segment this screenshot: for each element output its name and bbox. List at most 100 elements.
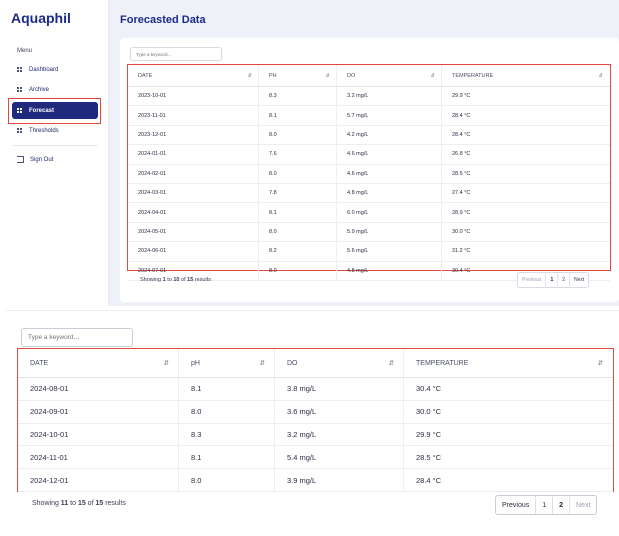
cell-do: 3.2 mg/L: [275, 423, 404, 446]
cell-temperature: 30.4 °C: [416, 384, 442, 394]
table-row: 2024-09-01 8.0 3.6 mg/L 30.0 °C: [18, 400, 613, 424]
sidebar-item-label: Dashboard: [29, 66, 59, 73]
cell-ph: 8.0: [259, 125, 337, 145]
sort-icon[interactable]: ⇵: [326, 73, 330, 79]
cell-temperature: 28.5 °C: [452, 170, 471, 177]
cell-temperature: 29.9 °C: [416, 429, 442, 439]
cell-date: 2024-05-01: [128, 222, 259, 242]
table-row: 2023-12-01 8.0 4.2 mg/L 28.4 °C: [128, 125, 610, 146]
table-row: 2024-08-01 8.1 3.8 mg/L 30.4 °C: [18, 378, 613, 401]
cell-ph: 7.6: [259, 145, 337, 164]
cell-ph: 8.0: [259, 261, 337, 280]
sort-icon[interactable]: ⇵: [164, 359, 169, 367]
column-header-temperature[interactable]: TEMPERATURE ⇵: [442, 65, 609, 86]
grid-icon: [17, 66, 23, 73]
sort-icon[interactable]: ⇵: [599, 73, 603, 79]
page-1-button[interactable]: 1: [546, 273, 559, 287]
cell-temperature: 28.9 °C: [452, 209, 471, 216]
page-2-button[interactable]: 2: [553, 496, 571, 514]
pagination: Previous 1 2 Next: [495, 495, 598, 515]
table-row: 2024-05-01 8.0 5.9 mg/L 30.0 °C: [128, 222, 610, 243]
sidebar-item-thresholds[interactable]: Thresholds: [12, 122, 98, 139]
cell-ph: 8.1: [179, 378, 275, 400]
sort-icon[interactable]: ⇵: [431, 73, 435, 79]
cell-date: 2024-09-01: [18, 400, 179, 423]
sidebar-divider: [12, 145, 98, 146]
column-header-ph[interactable]: pH ⇵: [259, 65, 337, 86]
table-row: 2024-04-01 8.1 6.0 mg/L 28.9 °C: [128, 203, 610, 223]
sort-icon[interactable]: ⇵: [260, 359, 265, 367]
cell-temperature: 28.4 °C: [416, 475, 442, 485]
cell-do: 4.6 mg/L: [337, 145, 442, 164]
column-header-ph[interactable]: pH ⇵: [179, 349, 275, 377]
cell-ph: 8.2: [259, 242, 337, 261]
sign-out-icon: [17, 156, 24, 163]
table-header: DATE ⇵ pH ⇵ DO ⇵ TEMPERATURE ⇵: [128, 65, 610, 87]
previous-button[interactable]: Previous: [496, 496, 537, 514]
cell-ph: 8.1: [179, 446, 275, 469]
cell-ph: 8.0: [179, 400, 275, 423]
cell-ph: 8.0: [259, 222, 337, 242]
cell-temperature: 27.4 °C: [452, 190, 471, 197]
table-row: 2024-11-01 8.1 5.4 mg/L 28.5 °C: [18, 446, 613, 470]
cell-temperature: 29.9 °C: [452, 93, 471, 100]
cell-ph: 8.1: [259, 203, 337, 222]
cell-temperature: 30.0 °C: [452, 228, 471, 235]
cell-date: 2024-08-01: [18, 378, 179, 400]
column-header-date[interactable]: DATE ⇵: [18, 349, 179, 377]
cell-do: 3.8 mg/L: [275, 378, 404, 400]
results-summary: Showing 1 to 10 of 15 results: [140, 277, 211, 283]
forecast-table: DATE ⇵ pH ⇵ DO ⇵ TEMPERATURE ⇵ 2023-10-01 8.3…: [127, 64, 611, 281]
cell-do: 3.2 mg/L: [337, 87, 442, 106]
cell-date: 2024-10-01: [18, 423, 179, 446]
table-header: DATE ⇵ pH ⇵ DO ⇵ TEMPERATURE ⇵: [18, 349, 613, 378]
table-row: 2023-11-01 8.1 5.7 mg/L 28.4 °C: [128, 106, 610, 126]
cell-temperature: 26.8 °C: [452, 151, 471, 158]
table-row: 2024-10-01 8.3 3.2 mg/L 29.9 °C: [18, 423, 613, 447]
table-row: 2024-06-01 8.2 5.6 mg/L 31.2 °C: [128, 242, 610, 262]
next-button[interactable]: Next: [570, 496, 596, 514]
cell-date: 2024-03-01: [128, 183, 259, 203]
pagination: Previous 1 2 Next: [517, 272, 590, 288]
cell-date: 2023-11-01: [128, 106, 259, 125]
cell-date: 2023-10-01: [128, 87, 259, 106]
sidebar: Aquaphil Menu Dashboard Archive Forecast…: [0, 0, 109, 306]
cell-ph: 8.3: [259, 87, 337, 106]
column-header-temperature[interactable]: TEMPERATURE ⇵: [404, 349, 612, 377]
cell-do: 4.6 mg/L: [337, 164, 442, 183]
cell-temperature: 28.5 °C: [416, 452, 442, 462]
table-row: 2024-02-01 8.0 4.6 mg/L 28.5 °C: [128, 164, 610, 184]
sign-out-label: Sign Out: [30, 156, 54, 163]
cell-do: 5.4 mg/L: [275, 446, 404, 469]
column-header-do[interactable]: DO ⇵: [337, 65, 442, 86]
sign-out-button[interactable]: Sign Out: [12, 151, 98, 168]
cell-ph: 8.3: [179, 423, 275, 446]
cell-date: 2023-12-01: [128, 125, 259, 145]
cell-do: 5.6 mg/L: [337, 242, 442, 261]
sidebar-item-label: Thresholds: [29, 127, 59, 134]
cell-do: 5.9 mg/L: [337, 222, 442, 242]
sidebar-item-archive[interactable]: Archive: [12, 81, 98, 98]
sidebar-item-dashboard[interactable]: Dashboard: [12, 61, 98, 78]
page-1-button[interactable]: 1: [536, 496, 554, 514]
cell-do: 3.6 mg/L: [275, 400, 404, 423]
grid-icon: [17, 86, 23, 93]
next-button[interactable]: Next: [570, 273, 588, 287]
sort-icon[interactable]: ⇵: [248, 73, 252, 79]
column-header-date[interactable]: DATE ⇵: [128, 65, 259, 86]
search-input[interactable]: [130, 47, 222, 61]
brand-logo: Aquaphil: [11, 10, 71, 26]
cell-do: 5.7 mg/L: [337, 106, 442, 125]
column-header-do[interactable]: DO ⇵: [275, 349, 404, 377]
sort-icon[interactable]: ⇵: [598, 359, 603, 367]
page-2-button[interactable]: 2: [558, 273, 571, 287]
search-input[interactable]: [21, 328, 133, 347]
cell-do: 4.8 mg/L: [337, 183, 442, 203]
cell-date: 2024-02-01: [128, 164, 259, 183]
sidebar-item-label: Archive: [29, 86, 50, 93]
table-row: 2024-01-01 7.6 4.6 mg/L 26.8 °C: [128, 145, 610, 165]
cell-date: 2024-04-01: [128, 203, 259, 222]
previous-button[interactable]: Previous: [518, 273, 547, 287]
sort-icon[interactable]: ⇵: [389, 359, 394, 367]
cell-ph: 8.0: [259, 164, 337, 183]
